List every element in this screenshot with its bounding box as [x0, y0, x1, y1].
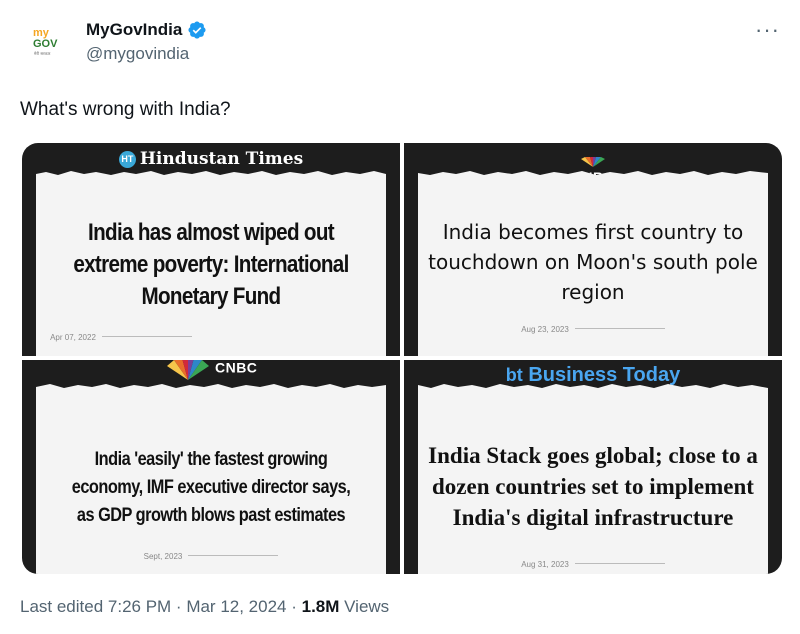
tweet-header: my GOV मेरी सरकार MyGovIndia @mygovindia…: [20, 14, 780, 74]
avatar-text-main: GOV: [33, 38, 58, 50]
torn-edge: [418, 384, 768, 391]
dateline: Aug 23, 2023: [418, 325, 768, 334]
mygov-logo-icon: my GOV मेरी सरकार: [21, 17, 69, 65]
clipping-paper: India becomes first country to touchdown…: [418, 171, 768, 356]
media-image-4[interactable]: bt Business Today India Stack goes globa…: [404, 360, 782, 574]
torn-edge: [418, 171, 768, 178]
ht-logo-icon: HT: [118, 151, 136, 168]
brand-name: CNBC: [214, 360, 258, 376]
brand-hindustan-times: HT Hindustan Times: [22, 149, 400, 169]
brand-cnbc: CNBC: [22, 360, 400, 380]
dateline: Apr 07, 2022: [22, 333, 386, 342]
torn-edge: [36, 384, 386, 391]
tweet-footer: Last edited 7:26 PM · Mar 12, 2024 · 1.8…: [20, 597, 389, 617]
tweet-text: What's wrong with India?: [20, 99, 231, 120]
headline: India has almost wiped out extreme pover…: [73, 219, 349, 310]
date-rule: [574, 328, 665, 329]
display-name[interactable]: MyGovIndia: [86, 20, 207, 40]
views-label: Views: [339, 597, 390, 616]
verified-badge-icon[interactable]: [187, 20, 207, 40]
date: Aug 31, 2023: [521, 560, 569, 569]
headline: India becomes first country to touchdown…: [428, 220, 758, 304]
views-count[interactable]: 1.8M: [302, 597, 340, 616]
clipping-paper: India Stack goes global; close to a doze…: [418, 384, 768, 574]
more-options-icon[interactable]: ···: [755, 19, 780, 41]
date-rule: [101, 336, 192, 337]
avatar[interactable]: my GOV मेरी सरकार: [20, 16, 70, 66]
dateline: Aug 31, 2023: [418, 560, 768, 569]
date-rule: [188, 555, 279, 556]
media-image-2[interactable]: CNBC India becomes first country to touc…: [404, 143, 782, 356]
account-names: MyGovIndia @mygovindia: [86, 20, 207, 64]
bt-logo-icon: bt: [505, 365, 523, 385]
clipping-paper: India has almost wiped out extreme pover…: [36, 171, 386, 356]
clipping-paper: India 'easily' the fastest growing econo…: [36, 384, 386, 574]
display-name-text[interactable]: MyGovIndia: [86, 20, 182, 40]
dateline: Sept, 2023: [36, 552, 386, 561]
headline: India Stack goes global; close to a doze…: [428, 443, 758, 530]
media-grid[interactable]: HT Hindustan Times India has almost wiped…: [22, 143, 782, 574]
media-image-3[interactable]: CNBC India 'easily' the fastest growing …: [22, 360, 400, 574]
cnbc-peacock-icon: [404, 153, 782, 169]
headline: India 'easily' the fastest growing econo…: [71, 449, 351, 526]
date: Sept, 2023: [143, 552, 183, 561]
cnbc-peacock-icon: [166, 360, 209, 380]
brand-name: Hindustan Times: [139, 149, 304, 169]
media-image-1[interactable]: HT Hindustan Times India has almost wiped…: [22, 143, 400, 356]
edited-timestamp[interactable]: Last edited 7:26 PM · Mar 12, 2024 ·: [20, 597, 302, 616]
avatar-tagline: मेरी सरकार: [34, 51, 51, 56]
handle[interactable]: @mygovindia: [86, 44, 207, 64]
torn-edge: [36, 171, 386, 178]
date: Apr 07, 2022: [50, 333, 96, 342]
date: Aug 23, 2023: [521, 325, 569, 334]
date-rule: [574, 563, 665, 564]
